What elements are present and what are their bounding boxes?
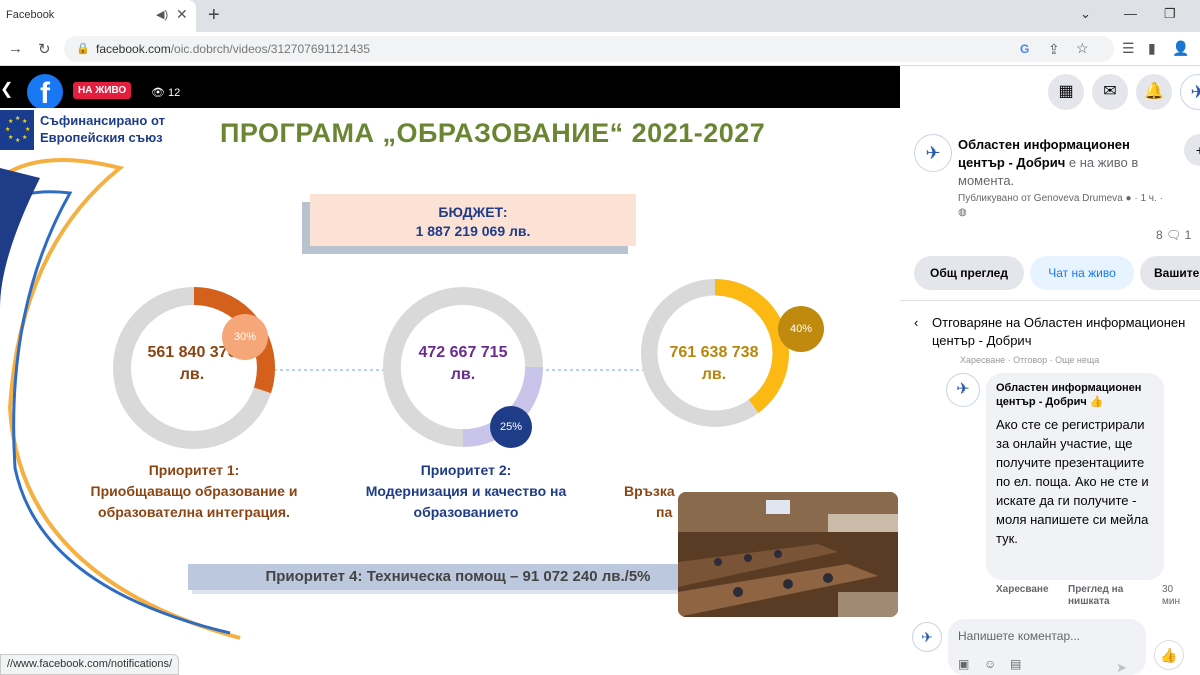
sidebar-icon[interactable]: ▮ (1148, 40, 1156, 57)
tab-yours[interactable]: Вашите (1140, 256, 1200, 290)
restore-icon[interactable]: ❐ (1164, 6, 1176, 22)
my-avatar[interactable] (912, 622, 942, 652)
minimize-icon[interactable]: — (1124, 6, 1137, 21)
close-tab-icon[interactable]: ✕ (176, 6, 188, 23)
ring-1-percent-badge: 30% (222, 314, 268, 360)
view-thread-button[interactable]: Преглед на нишката (1068, 584, 1136, 608)
browser-toolbar: → ↻ 🔒 facebook.com/oic.dobrch/videos/312… (0, 32, 1200, 66)
comment-time: 30 мин (1162, 584, 1180, 607)
like-reaction-button[interactable]: 👍 (1154, 640, 1184, 670)
presentation-slide: ★ ★ ★ ★ ★ ★ ★ ★ Съфинансирано от Европейския … (0, 108, 900, 675)
chevron-down-icon[interactable]: ⌄ (1080, 6, 1091, 22)
chevron-left-icon[interactable]: ‹ (914, 314, 918, 332)
tab-overview[interactable]: Общ преглед (914, 256, 1024, 290)
thumbs-up-icon: 👍 (1089, 396, 1104, 408)
eye-icon: 👁 (151, 87, 165, 99)
comment-bubble-icon: 🗨 (1166, 228, 1182, 242)
divider (900, 300, 1200, 301)
globe-icon: ◍ (958, 207, 967, 218)
star-icon[interactable]: ☆ (1076, 40, 1089, 57)
menu-grid-icon[interactable]: ▦ (1048, 74, 1084, 110)
tab-live-chat[interactable]: Чат на живо (1030, 256, 1134, 290)
emoji-icon[interactable]: ☺ (984, 657, 996, 671)
comment-text: Ако сте се регистрирали за онлайн участи… (996, 417, 1149, 546)
live-badge: НА ЖИВО (73, 82, 132, 99)
comment-author-avatar[interactable] (946, 373, 980, 407)
live-chat-panel: ▦ ✉ 🔔 Областен информационен център - До… (900, 66, 1200, 675)
send-icon[interactable]: ➤ (1116, 660, 1127, 675)
tab-title: Facebook (6, 9, 55, 21)
facebook-logo-icon[interactable]: f (27, 74, 63, 110)
priority-1-label: Приоритет 1: Приобщаващо образование и о… (90, 462, 298, 520)
account-avatar[interactable] (1180, 74, 1200, 110)
profile-icon[interactable]: 👤 (1172, 40, 1189, 57)
meeting-room-camera-thumbnail[interactable] (678, 492, 898, 617)
like-comment-button[interactable]: Харесване (996, 584, 1049, 596)
info-icon: ● (1125, 193, 1132, 204)
previous-comment-actions: Харесване · Отговор · Още неща (960, 355, 1100, 365)
plus-icon[interactable]: + (208, 4, 220, 27)
back-arrow-icon[interactable]: ❮ (0, 79, 13, 99)
lock-icon[interactable]: 🔒 (76, 42, 90, 55)
url-text: facebook.com/oic.dobrch/videos/312707691… (96, 42, 370, 56)
tab-facebook[interactable]: Facebook ◀︎) ✕ (0, 0, 196, 32)
ring-3-amount: 761 638 738 лв. (669, 344, 759, 383)
gif-icon[interactable]: ▤ (1010, 657, 1021, 671)
video-player[interactable]: ❮ f НА ЖИВО 👁 12 ★ ★ ★ ★ ★ ★ ★ ★ Съфинансиран… (0, 66, 900, 675)
ring-2-percent-badge: 25% (490, 406, 532, 448)
viewer-count: 👁 12 (151, 87, 181, 99)
ring-2-amount: 472 667 715 лв. (418, 344, 508, 383)
reload-icon[interactable]: ↻ (38, 40, 51, 58)
post-meta: Публикувано от Genoveva Drumeva ● · 1 ч.… (958, 193, 1163, 218)
google-icon[interactable]: G (1020, 42, 1029, 56)
messenger-icon[interactable]: ✉ (1092, 74, 1128, 110)
sticker-icon[interactable]: ▣ (958, 657, 969, 671)
notifications-bell-icon[interactable]: 🔔 (1136, 74, 1172, 110)
reading-list-icon[interactable]: ☰ (1122, 40, 1135, 57)
engagement-counts: 8 🗨 1 (1156, 228, 1192, 242)
comment-bubble: Областен информационен център - Добрич 👍… (986, 373, 1164, 580)
forward-icon[interactable]: → (8, 40, 23, 57)
comment-author[interactable]: Областен информационен център - Добрич 👍 (996, 381, 1154, 409)
address-bar[interactable]: 🔒 facebook.com/oic.dobrch/videos/3127076… (64, 36, 1114, 62)
share-icon[interactable]: ⇪ (1048, 41, 1060, 58)
page-avatar[interactable] (914, 134, 952, 172)
priority-4-banner: Приоритет 4: Техническа помощ – 91 072 2… (188, 564, 728, 590)
ring-3-percent-badge: 40% (778, 306, 824, 352)
reply-thread-header: ‹ Отговаряне на Областен информационен ц… (914, 314, 1186, 348)
speaker-icon[interactable]: ◀︎) (156, 8, 168, 21)
priority-2-label: Приоритет 2: Модернизация и качество на … (365, 462, 567, 520)
video-header: ❮ f НА ЖИВО 👁 12 (0, 66, 900, 110)
status-bar-url: //www.facebook.com/notifications/ (0, 654, 180, 675)
page-name-live-status: Областен информационен център - Добрич е… (958, 137, 1139, 188)
add-friend-icon[interactable]: + (1184, 134, 1200, 166)
tab-bar: Facebook ◀︎) ✕ + ⌄ — ❐ (0, 0, 1200, 32)
